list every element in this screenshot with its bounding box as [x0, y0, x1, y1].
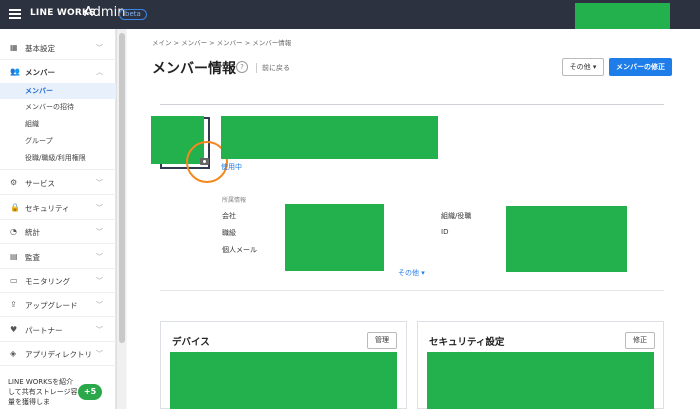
affiliation-label: 所属情報 [222, 197, 247, 204]
sidebar-scrollbar[interactable] [116, 29, 126, 409]
sidebar-item-label: アプリディレクトリ [25, 350, 92, 359]
device-manage-button[interactable]: 管理 [367, 332, 397, 349]
device-card-title: デバイス [172, 337, 210, 348]
building-icon: ▦ [10, 43, 18, 52]
sidebar-item-label: 基本設定 [25, 44, 55, 53]
page-title: メンバー情報 [152, 61, 236, 77]
divider [160, 104, 664, 105]
chevron-up-icon: ︿ [96, 68, 103, 76]
storage-promo-text[interactable]: LINE WORKSを紹介して共有ストレージ容量を獲得しま [8, 377, 78, 407]
sidebar-item-label: アップグレード [25, 301, 78, 310]
sidebar-item-label: サービス [25, 179, 55, 188]
sidebar-item-label: パートナー [25, 326, 63, 335]
sidebar-subitem-members[interactable]: メンバー [0, 83, 116, 99]
sidebar-item-security[interactable]: 🔒 セキュリティ ﹀ [0, 196, 116, 220]
device-content-block [170, 352, 397, 409]
security-settings-card: セキュリティ設定 修正 [417, 321, 664, 409]
sidebar-item-app-directory[interactable]: ◈ アプリディレクトリ ﹀ [0, 342, 116, 366]
gear-icon: ⚙ [10, 178, 18, 187]
hamburger-menu-icon[interactable] [9, 9, 21, 19]
sidebar-item-label: 監査 [25, 253, 40, 262]
promo-badge: +5 [78, 384, 102, 400]
edit-member-button[interactable]: メンバーの修正 [609, 58, 672, 76]
sidebar-item-members[interactable]: 👥 メンバー ︿ [0, 60, 116, 84]
sidebar-item-basic-settings[interactable]: ▦ 基本設定 ﹀ [0, 36, 116, 60]
company-label: 会社 [222, 212, 236, 220]
lock-icon: 🔒 [10, 203, 20, 212]
layers-icon: ◈ [10, 349, 17, 358]
sidebar-item-services[interactable]: ⚙ サービス ﹀ [0, 171, 116, 195]
sidebar-item-label: メンバー [25, 68, 55, 77]
breadcrumb[interactable]: メイン > メンバー > メンバー > メンバー情報 [152, 37, 291, 47]
user-account-block[interactable] [575, 3, 670, 32]
pie-chart-icon: ◔ [10, 227, 17, 236]
security-card-title: セキュリティ設定 [429, 337, 505, 348]
personal-email-label: 個人メール [222, 246, 257, 254]
sidebar-subitem-label: メンバー [25, 87, 53, 95]
org-role-label: 組織/役職 [441, 212, 472, 220]
sidebar-item-audit[interactable]: ▤ 監査 ﹀ [0, 245, 116, 269]
users-icon: 👥 [10, 67, 20, 76]
status-badge: 使用中 [221, 163, 242, 171]
sidebar-item-label: セキュリティ [25, 204, 70, 213]
other-options-button[interactable]: その他 ▾ [562, 58, 604, 76]
chevron-down-icon: ﹀ [96, 326, 103, 334]
more-info-link[interactable]: その他 ▾ [398, 268, 425, 278]
sidebar-item-label: 統計 [25, 228, 40, 237]
sidebar-subitem-label: 組織 [25, 120, 39, 128]
divider [160, 290, 664, 291]
sidebar-subitem-organization[interactable]: 組織 [0, 116, 116, 132]
sidebar-subitem-label: 役職/職級/利用権限 [25, 154, 86, 162]
sidebar-subitem-invite[interactable]: メンバーの招待 [0, 99, 116, 115]
sidebar-item-monitoring[interactable]: ▭ モニタリング ﹀ [0, 269, 116, 293]
org-fields-block [506, 206, 627, 272]
sidebar-item-statistics[interactable]: ◔ 統計 ﹀ [0, 220, 116, 244]
sidebar-subitem-label: メンバーの招待 [25, 103, 74, 111]
sidebar-subitem-label: グループ [25, 137, 53, 145]
partner-icon: ♥ [10, 325, 18, 334]
monitor-icon: ▭ [10, 276, 18, 285]
sidebar-subitem-roles[interactable]: 役職/職級/利用権限 [0, 150, 116, 170]
upgrade-icon: ⇪ [10, 300, 17, 309]
device-card: デバイス 管理 [160, 321, 407, 409]
sidebar-item-label: モニタリング [25, 277, 70, 286]
chevron-down-icon: ﹀ [96, 179, 103, 187]
chevron-down-icon: ﹀ [96, 301, 103, 309]
sidebar-subitem-groups[interactable]: グループ [0, 133, 116, 149]
chevron-down-icon: ﹀ [96, 44, 103, 52]
security-edit-button[interactable]: 修正 [625, 332, 655, 349]
member-name-block [221, 116, 438, 159]
chevron-down-icon: ﹀ [96, 204, 103, 212]
beta-badge: beta [119, 9, 147, 20]
rank-label: 職級 [222, 229, 236, 237]
chevron-down-icon: ﹀ [96, 253, 103, 261]
chevron-down-icon: ﹀ [96, 277, 103, 285]
audit-icon: ▤ [10, 252, 18, 261]
back-link[interactable]: 前に戻る [256, 63, 290, 73]
help-icon[interactable]: ? [236, 61, 248, 73]
sidebar-item-partner[interactable]: ♥ パートナー ﹀ [0, 318, 116, 342]
member-fields-block [285, 204, 384, 271]
id-label: ID [441, 228, 449, 236]
chevron-down-icon: ﹀ [96, 228, 103, 236]
security-content-block [427, 352, 654, 409]
chevron-down-icon: ﹀ [96, 350, 103, 358]
sidebar-item-upgrade[interactable]: ⇪ アップグレード ﹀ [0, 293, 116, 317]
